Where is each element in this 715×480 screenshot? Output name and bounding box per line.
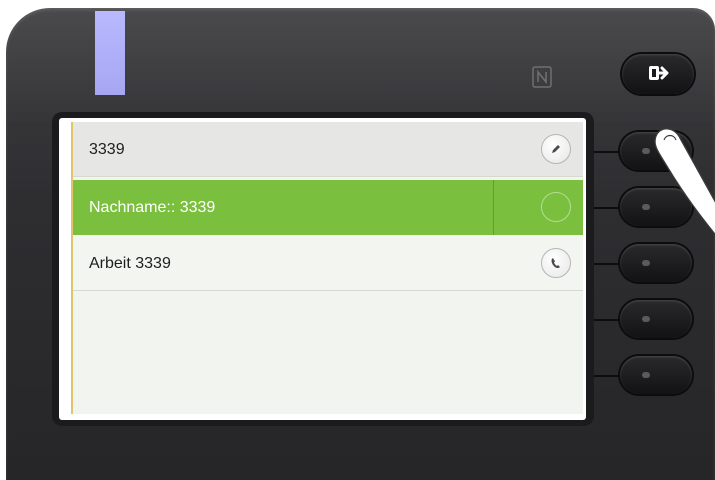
edit-icon (541, 134, 571, 164)
softkey-3[interactable] (620, 244, 692, 282)
phone-handset-icon (541, 248, 571, 278)
exit-key[interactable] (622, 54, 694, 94)
empty-circle-icon (541, 192, 571, 222)
softkey-4[interactable] (620, 300, 692, 338)
list-item-label: Arbeit 3339 (89, 255, 171, 272)
softkey-led (642, 316, 650, 322)
list-item-label: 3339 (89, 141, 125, 158)
message-led (95, 11, 125, 95)
display-screen: 3339 Nachname:: 3339 Arbeit 3339 (59, 118, 586, 420)
exit-icon (649, 66, 669, 80)
softkey-5[interactable] (620, 356, 692, 394)
nfc-icon (532, 66, 552, 88)
softkey-led (642, 260, 650, 266)
softkey-led (642, 372, 650, 378)
list-item-lastname[interactable]: Nachname:: 3339 (73, 180, 583, 235)
list-item-number[interactable]: 3339 (73, 122, 583, 177)
option-list: 3339 Nachname:: 3339 Arbeit 3339 (71, 122, 583, 414)
list-item-label: Nachname:: 3339 (89, 199, 216, 216)
pointing-finger (654, 128, 715, 236)
list-item-work[interactable]: Arbeit 3339 (73, 236, 583, 291)
